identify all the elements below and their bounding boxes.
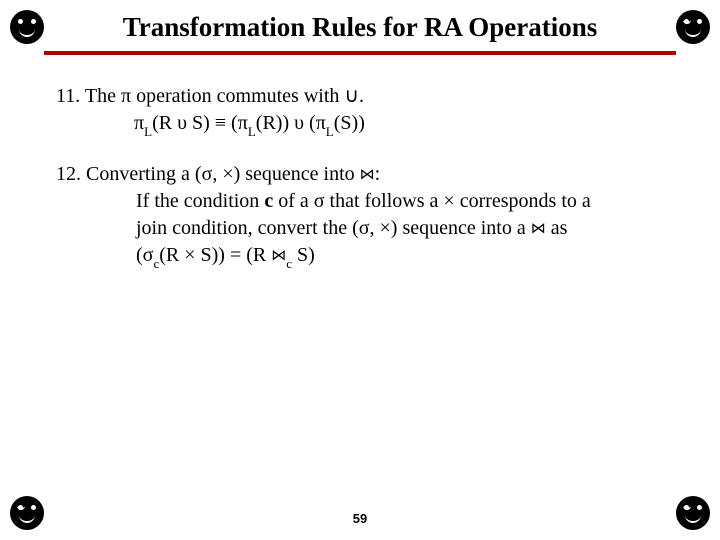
- rule-11-text: The π operation commutes with ∪.: [85, 85, 364, 107]
- rule-12-text-line1: Converting a (σ, ×) sequence into ⋈:: [86, 163, 380, 185]
- rule-12-text-line3: join condition, convert the (σ, ×) seque…: [56, 215, 664, 242]
- slide-body: 11. The π operation commutes with ∪. πL(…: [0, 55, 720, 270]
- rule-11-number: 11.: [56, 85, 80, 107]
- corner-icon-tr: [676, 10, 710, 44]
- page-number: 59: [0, 511, 720, 526]
- rule-11-equation: πL(R υ S) ≡ (πL(R)) υ (πL(S)): [56, 110, 664, 139]
- rule-11: 11. The π operation commutes with ∪. πL(…: [56, 83, 664, 139]
- rule-12-text-line2: If the condition c of a σ that follows a…: [56, 188, 664, 215]
- rule-12-equation: (σc(R × S)) = (R ⋈c S): [56, 242, 664, 271]
- rule-12-number: 12.: [56, 163, 81, 185]
- rule-12: 12. Converting a (σ, ×) sequence into ⋈:…: [56, 161, 664, 271]
- corner-icon-tl: [10, 10, 44, 44]
- slide-title: Transformation Rules for RA Operations: [56, 12, 664, 43]
